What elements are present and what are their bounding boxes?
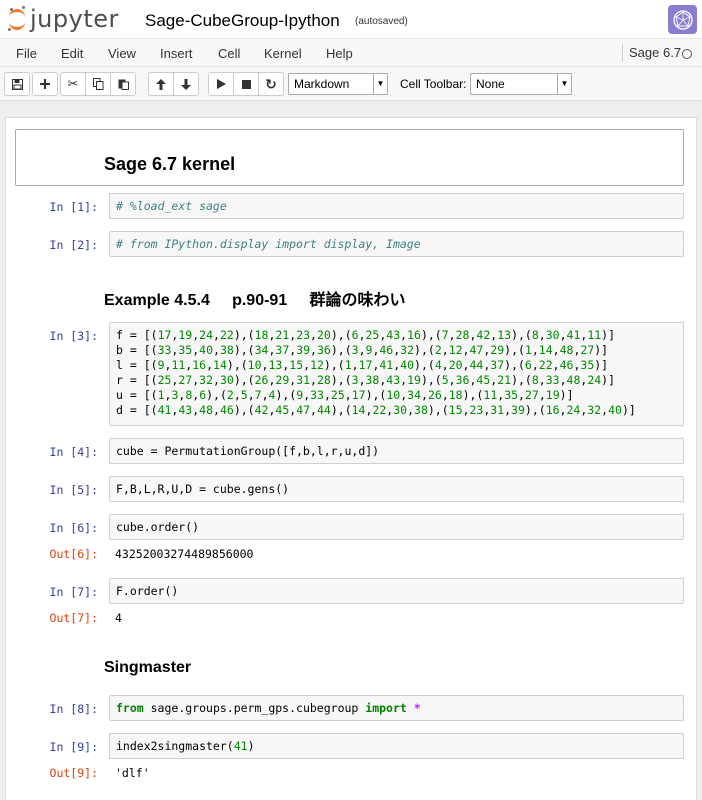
output-prompt: Out[9]: (49, 766, 98, 780)
function-call: index2singmaster( (116, 739, 234, 753)
code-cell-input[interactable]: F.order() (109, 578, 684, 604)
save-button[interactable] (4, 72, 30, 96)
code-cell-input[interactable]: cube.order() (109, 514, 684, 540)
restart-button[interactable]: ↻ (258, 72, 284, 96)
menu-insert[interactable]: Insert (160, 46, 193, 61)
menu-view[interactable]: View (108, 46, 136, 61)
cell-toolbar-select[interactable]: None ▼ (470, 73, 572, 95)
menu-edit[interactable]: Edit (61, 46, 83, 61)
input-prompt: In [5]: (49, 483, 98, 497)
module-path: sage.groups.perm_gps.cubegroup (143, 701, 366, 715)
jupyter-logo[interactable]: jupyter (8, 4, 119, 34)
keyword-import: import (365, 701, 407, 715)
cut-button[interactable]: ✂ (60, 72, 86, 96)
code-cell-input[interactable]: index2singmaster(41) (109, 733, 684, 759)
kernel-name: Sage 6.7 (622, 44, 681, 62)
code-text: cube.order() (116, 520, 200, 534)
kernel-idle-icon (682, 49, 692, 59)
output-prompt: Out[6]: (49, 547, 98, 561)
plus-icon (40, 79, 50, 89)
heading-example: Example 4.5.4 p.90-91 群論の味わい (104, 292, 406, 309)
arrow-down-icon (181, 78, 191, 90)
menu-file[interactable]: File (16, 46, 37, 61)
menu-kernel[interactable]: Kernel (264, 46, 302, 61)
menu-help[interactable]: Help (326, 46, 353, 61)
cell-toolbar-value: None (476, 77, 505, 91)
interrupt-button[interactable] (233, 72, 259, 96)
sage-logo-icon (668, 5, 697, 34)
stop-icon (241, 79, 251, 89)
heading-singmaster: Singmaster (104, 659, 192, 676)
header: jupyter Sage-CubeGroup-Ipython (autosave… (0, 0, 702, 38)
code-text: F,B,L,R,U,D = cube.gens() (116, 482, 290, 496)
input-prompt: In [2]: (49, 238, 98, 252)
insert-cell-button[interactable] (32, 72, 58, 96)
notebook-container: Sage 6.7 kernel In [1]: # %load_ext sage… (5, 117, 697, 800)
arrow-up-icon (156, 78, 166, 90)
refresh-icon: ↻ (265, 75, 277, 92)
notebook-title[interactable]: Sage-CubeGroup-Ipython (145, 11, 340, 31)
copy-icon (92, 78, 103, 90)
code-cell-input[interactable]: # %load_ext sage (109, 193, 684, 219)
code-line: u = [(1,3,8,6),(2,5,7,4),(9,33,25,17),(1… (116, 388, 574, 402)
code-line: r = [(25,27,32,30),(26,29,31,28),(3,38,4… (116, 373, 616, 387)
input-prompt: In [3]: (49, 329, 98, 343)
logo-text: jupyter (30, 5, 119, 33)
toolbar: ✂ ↻ Markdown ▼ Cell Toolbar: None ▼ (0, 67, 702, 101)
paste-button[interactable] (110, 72, 136, 96)
play-icon (216, 79, 226, 89)
cell-type-value: Markdown (294, 77, 350, 91)
number-literal: 41 (233, 739, 248, 753)
run-button[interactable] (208, 72, 234, 96)
input-prompt: In [8]: (49, 702, 98, 716)
input-prompt: In [1]: (49, 200, 98, 214)
floppy-icon (11, 78, 23, 90)
code-cell-input[interactable]: F,B,L,R,U,D = cube.gens() (109, 476, 684, 502)
code-comment: # from IPython.display import display, I… (116, 237, 421, 251)
cell-output: 43252003274489856000 (115, 547, 254, 561)
close-paren: ) (247, 739, 255, 753)
code-comment: # %load_ext sage (116, 199, 227, 213)
menubar: File Edit View Insert Cell Kernel Help S… (0, 38, 702, 67)
cell-output: 'dlf' (115, 766, 150, 780)
scissors-icon: ✂ (67, 76, 79, 91)
code-line: d = [(41,43,48,46),(42,45,47,44),(14,22,… (116, 403, 636, 417)
import-star: * (406, 701, 421, 715)
code-line: f = [(17,19,24,22),(18,21,23,20),(6,25,4… (116, 328, 616, 342)
cell-output: 4 (115, 611, 122, 625)
cell-toolbar-label: Cell Toolbar: (400, 77, 467, 91)
menu-cell[interactable]: Cell (218, 46, 240, 61)
code-cell-input[interactable]: from sage.groups.perm_gps.cubegroup impo… (109, 695, 684, 721)
selected-markdown-cell[interactable]: Sage 6.7 kernel (15, 129, 684, 186)
jupyter-logo-icon (8, 6, 26, 32)
move-down-button[interactable] (173, 72, 199, 96)
input-prompt: In [4]: (49, 445, 98, 459)
code-text: F.order() (116, 584, 179, 598)
code-text: cube = PermutationGroup([f,b,l,r,u,d]) (116, 444, 380, 458)
code-cell-input[interactable]: cube = PermutationGroup([f,b,l,r,u,d]) (109, 438, 684, 464)
code-cell-input[interactable]: # from IPython.display import display, I… (109, 231, 684, 257)
code-line: b = [(33,35,40,38),(34,37,39,36),(3,9,46… (116, 343, 609, 357)
keyword-from: from (116, 701, 144, 715)
move-up-button[interactable] (148, 72, 174, 96)
cell-type-select[interactable]: Markdown ▼ (288, 73, 388, 95)
output-prompt: Out[7]: (49, 611, 98, 625)
input-prompt: In [9]: (49, 740, 98, 754)
input-prompt: In [6]: (49, 521, 98, 535)
code-line: l = [(9,11,16,14),(10,13,15,12),(1,17,41… (116, 358, 609, 372)
autosave-status: (autosaved) (355, 16, 408, 27)
input-prompt: In [7]: (49, 585, 98, 599)
select-arrow-icon: ▼ (373, 74, 387, 94)
code-cell-input[interactable]: f = [(17,19,24,22),(18,21,23,20),(6,25,4… (109, 322, 684, 426)
heading-sage-kernel: Sage 6.7 kernel (104, 154, 236, 174)
copy-button[interactable] (85, 72, 111, 96)
select-arrow-icon: ▼ (557, 74, 571, 94)
paste-icon (118, 79, 129, 90)
